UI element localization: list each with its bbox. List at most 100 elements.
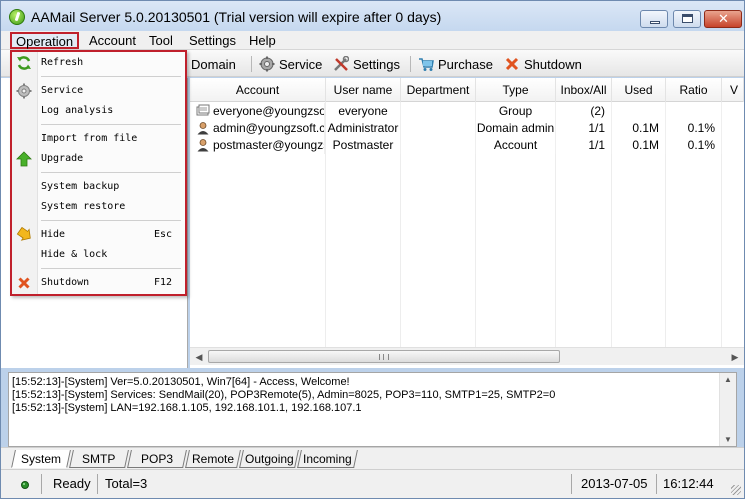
minimize-icon (650, 21, 660, 24)
column-header-inbox[interactable]: Inbox/All (556, 78, 612, 102)
column-header-v[interactable]: V (722, 78, 744, 102)
tab-smtp[interactable]: SMTP (69, 450, 129, 468)
menu-item-shutdown[interactable]: Shutdown F12 (12, 274, 185, 292)
menu-separator (41, 220, 181, 221)
menu-item-label: Refresh (41, 57, 84, 68)
menu-item-log-analysis[interactable]: Log analysis (12, 102, 185, 120)
menu-item-import-from-file[interactable]: Import from file (12, 130, 185, 148)
cell-inbox: 1/1 (556, 137, 612, 154)
menu-tool[interactable]: Tool (143, 32, 179, 49)
cell-department (401, 120, 476, 137)
tab-outgoing[interactable]: Outgoing (239, 450, 299, 468)
menu-item-label: Hide (41, 229, 66, 240)
domain-button[interactable]: Domain (191, 55, 236, 73)
vertical-scrollbar[interactable]: ▲ ▼ (719, 373, 736, 446)
resize-grip-icon[interactable] (731, 485, 741, 495)
column-header-used[interactable]: Used (612, 78, 666, 102)
menu-settings[interactable]: Settings (183, 32, 242, 49)
column-header-username[interactable]: User name (326, 78, 401, 102)
up-arrow-icon (16, 151, 32, 167)
status-separator (41, 474, 42, 494)
horizontal-scrollbar[interactable]: ◀ ▶ (190, 347, 744, 365)
tab-label: POP3 (140, 452, 173, 466)
refresh-icon (16, 55, 32, 71)
domain-button-label: Domain (191, 56, 236, 72)
maximize-button[interactable] (673, 10, 701, 28)
cell-department (401, 137, 476, 154)
shutdown-button[interactable]: Shutdown (504, 55, 582, 73)
menu-item-label: Service (41, 85, 84, 96)
tab-label: Incoming (303, 452, 352, 466)
table-row[interactable]: postmaster@youngzs... Postmaster Account… (190, 137, 744, 154)
column-header-type[interactable]: Type (476, 78, 556, 102)
log-line: [15:52:13]-[System] Ver=5.0.20130501, Wi… (12, 376, 350, 388)
cell-type: Domain admin (476, 120, 556, 137)
tab-incoming[interactable]: Incoming (297, 450, 358, 468)
maximize-icon (682, 14, 693, 23)
tab-label: Outgoing (244, 452, 294, 466)
tab-remote[interactable]: Remote (185, 450, 241, 468)
log-panel[interactable]: [15:52:13]-[System] Ver=5.0.20130501, Wi… (8, 372, 737, 447)
menu-operation[interactable]: Operation (10, 32, 80, 49)
scrollbar-thumb[interactable] (208, 350, 560, 363)
scroll-right-icon[interactable]: ▶ (728, 351, 742, 363)
menu-item-system-restore[interactable]: System restore (12, 198, 185, 216)
column-header-ratio[interactable]: Ratio (666, 78, 722, 102)
scroll-down-icon[interactable]: ▼ (723, 435, 733, 444)
menu-separator (41, 172, 181, 173)
cell-type: Account (476, 137, 556, 154)
menu-account[interactable]: Account (83, 32, 142, 49)
service-button[interactable]: Service (259, 55, 322, 73)
menu-item-system-backup[interactable]: System backup (12, 178, 185, 196)
menu-item-label: Shutdown (41, 277, 90, 288)
minimize-button[interactable] (640, 10, 668, 28)
table-header: Account User name Department Type Inbox/… (190, 78, 744, 102)
table-row[interactable]: everyone@youngzso... everyone Group (2) (190, 103, 744, 120)
tab-label: System (20, 452, 61, 466)
scroll-up-icon[interactable]: ▲ (723, 375, 733, 384)
tab-label: Remote (191, 452, 235, 466)
status-date: 2013-07-05 (581, 476, 648, 491)
menu-item-upgrade[interactable]: Upgrade (12, 150, 185, 168)
tab-pop3[interactable]: POP3 (127, 450, 187, 468)
cart-icon (418, 56, 434, 72)
account-table[interactable]: Account User name Department Type Inbox/… (190, 78, 744, 368)
title-bar[interactable]: AAMail Server 5.0.20130501 (Trial versio… (1, 1, 744, 31)
tab-system[interactable]: System (11, 450, 71, 468)
menu-item-service[interactable]: Service (12, 82, 185, 100)
gear-icon (259, 56, 275, 72)
menu-item-hide[interactable]: Hide Esc (12, 226, 185, 244)
user-icon (196, 121, 210, 135)
menu-item-refresh[interactable]: Refresh (12, 54, 185, 72)
log-line: [15:52:13]-[System] LAN=192.168.1.105, 1… (12, 402, 362, 414)
window-title: AAMail Server 5.0.20130501 (Trial versio… (31, 9, 442, 25)
close-button[interactable]: ✕ (704, 10, 742, 28)
close-x-icon (16, 275, 32, 291)
menu-item-shortcut: Esc (153, 229, 172, 240)
cell-type: Group (476, 103, 556, 120)
table-row[interactable]: admin@youngzsoft.c... Administrator Doma… (190, 120, 744, 137)
close-icon: ✕ (718, 11, 729, 26)
status-bar: Ready Total=3 2013-07-05 16:12:44 (1, 469, 744, 498)
cell-used: 0.1M (612, 120, 666, 137)
operation-menu: Refresh Service Log analysis Import from… (10, 50, 187, 296)
status-separator (97, 474, 98, 494)
log-line: [15:52:13]-[System] Services: SendMail(2… (12, 389, 556, 401)
column-header-department[interactable]: Department (401, 78, 476, 102)
status-time: 16:12:44 (663, 476, 714, 491)
cell-account: postmaster@youngzs... (213, 137, 325, 154)
cell-username: everyone (326, 103, 401, 120)
cell-account: admin@youngzsoft.c... (213, 120, 325, 137)
cell-used (612, 103, 666, 120)
cell-inbox: 1/1 (556, 120, 612, 137)
purchase-button[interactable]: Purchase (418, 55, 493, 73)
user-icon (196, 138, 210, 152)
cell-username: Administrator (326, 120, 401, 137)
tools-icon (333, 55, 350, 72)
column-header-account[interactable]: Account (190, 78, 326, 102)
menu-item-hide-and-lock[interactable]: Hide & lock (12, 246, 185, 264)
scroll-left-icon[interactable]: ◀ (192, 351, 206, 363)
cell-ratio: 0.1% (666, 137, 722, 154)
settings-button[interactable]: Settings (333, 55, 400, 73)
menu-help[interactable]: Help (243, 32, 282, 49)
